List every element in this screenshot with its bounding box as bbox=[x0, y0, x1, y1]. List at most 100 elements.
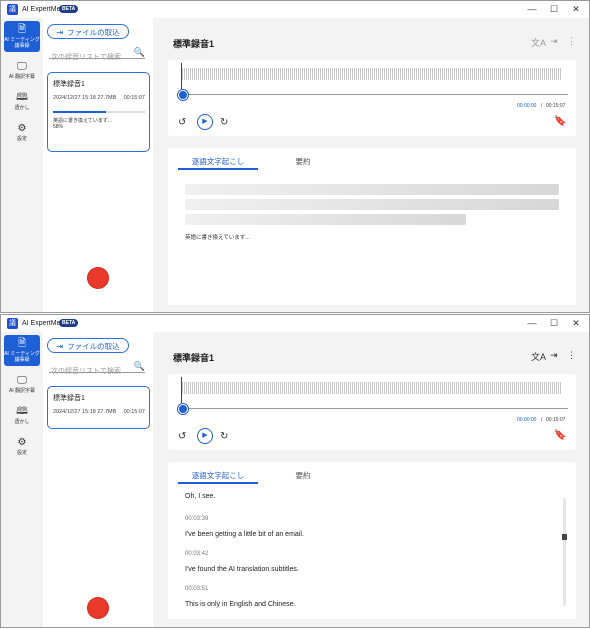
processing-status: 英語に書き換えています... bbox=[53, 118, 112, 124]
title-bar: 議 AI ExpertMeet BETA — ☐ ✕ bbox=[1, 1, 589, 18]
nav-rail: 🗎 AI ミーティング議事録 🖵 AI 翻訳字幕 🕮 透かし ⚙ 設定 bbox=[1, 332, 43, 627]
monitor-icon: 🖵 bbox=[17, 375, 27, 386]
search-icon[interactable]: 🔍 bbox=[134, 360, 145, 372]
transcript-entry: 00:03:42 I've found the AI translation s… bbox=[185, 548, 299, 573]
tab-summary[interactable]: 要約 bbox=[283, 155, 323, 168]
nav-item-label: 透かし bbox=[14, 105, 30, 111]
waveform-cursor bbox=[181, 63, 182, 89]
record-button[interactable] bbox=[88, 268, 108, 288]
main-panel: 標準録音1 文A ⇥ ⋮ 00:00:00 / 00:15:07 ↺ ▶ ↻ 🔖… bbox=[153, 18, 589, 312]
transcript-entry: 00:03:39 I've been getting a little bit … bbox=[185, 513, 304, 538]
rewind-icon[interactable]: ↺ bbox=[178, 117, 186, 129]
play-button[interactable]: ▶ bbox=[197, 114, 213, 130]
close-button[interactable]: ✕ bbox=[565, 2, 587, 17]
nav-item-translation-subtitles[interactable]: 🖵 AI 翻訳字幕 bbox=[4, 375, 40, 394]
recording-card[interactable]: 標準録音1 2024/12/27 15:18 27.7MB 00:15:07 英… bbox=[47, 72, 150, 152]
bookmark-icon[interactable]: 🔖 bbox=[554, 430, 566, 441]
share-icon[interactable]: ⇥ bbox=[550, 36, 558, 47]
nav-item-meeting-minutes[interactable]: 🗎 AI ミーティング議事録 bbox=[4, 21, 40, 52]
transcript-text: Oh, I see. bbox=[185, 493, 216, 500]
nav-item-meeting-minutes[interactable]: 🗎 AI ミーティング議事録 bbox=[4, 335, 40, 366]
more-icon[interactable]: ⋮ bbox=[567, 350, 576, 361]
nav-item-translation-subtitles[interactable]: 🖵 AI 翻訳字幕 bbox=[4, 61, 40, 80]
page-title: 標準録音1 bbox=[173, 353, 215, 363]
import-file-button[interactable]: ⇥ ファイルの取込 bbox=[47, 338, 129, 353]
maximize-button[interactable]: ☐ bbox=[543, 2, 565, 17]
scrollbar[interactable] bbox=[563, 498, 566, 606]
processing-percent: 58% bbox=[53, 124, 64, 130]
transcript-text: I've been getting a little bit of an ema… bbox=[185, 531, 304, 538]
transcript-panel: 逐語文字起こし 要約 英語に書き換えています... bbox=[168, 148, 576, 305]
transcript-text: This is only in English and Chinese. bbox=[185, 601, 296, 608]
search-box: 🔍 bbox=[49, 46, 145, 64]
document-icon: 🗎 bbox=[17, 338, 27, 349]
nav-item-label: 設定 bbox=[16, 450, 27, 456]
nav-item-label: 透かし bbox=[14, 419, 30, 425]
progress-fill bbox=[53, 111, 107, 113]
nav-item-script[interactable]: 🕮 透かし bbox=[4, 92, 40, 111]
recording-duration: 00:15:07 bbox=[123, 409, 145, 415]
waveform-cursor bbox=[181, 377, 182, 403]
page-title: 標準録音1 bbox=[173, 39, 215, 49]
play-button[interactable]: ▶ bbox=[197, 428, 213, 444]
translate-icon[interactable]: 文A bbox=[531, 350, 546, 363]
search-input[interactable] bbox=[49, 51, 135, 64]
scrollbar-thumb[interactable] bbox=[562, 534, 567, 540]
recording-list-pane: ⇥ファイルの取込 🔍 標準録音1 2024/12/27 15:18 27.7MB… bbox=[43, 18, 153, 312]
rewind-icon[interactable]: ↺ bbox=[178, 431, 186, 443]
search-icon[interactable]: 🔍 bbox=[134, 46, 145, 58]
waveform[interactable] bbox=[182, 68, 562, 80]
seek-thumb[interactable] bbox=[178, 90, 188, 100]
monitor-icon: 🖵 bbox=[17, 61, 27, 72]
search-box: 🔍 bbox=[49, 360, 145, 378]
minimize-button[interactable]: — bbox=[521, 316, 543, 331]
nav-item-label: 設定 bbox=[16, 136, 27, 142]
app-window-processing: 議 AI ExpertMeet BETA — ☐ ✕ 🗎 AI ミーティング議事… bbox=[0, 0, 590, 313]
recording-card[interactable]: 標準録音1 2024/12/27 15:18 27.7MB 00:15:07 bbox=[47, 386, 150, 429]
minimize-button[interactable]: — bbox=[521, 2, 543, 17]
import-icon: ⇥ bbox=[56, 342, 64, 351]
nav-item-label: AI 翻訳字幕 bbox=[8, 388, 36, 394]
document-icon: 🗎 bbox=[17, 24, 27, 35]
transcript-entry: Oh, I see. bbox=[185, 493, 215, 500]
gear-icon: ⚙ bbox=[17, 437, 27, 448]
transcript-entry: 00:03:51 This is only in English and Chi… bbox=[185, 583, 296, 608]
forward-icon[interactable]: ↻ bbox=[220, 117, 228, 129]
import-file-button[interactable]: ⇥ ファイルの取込 bbox=[47, 24, 129, 39]
close-button[interactable]: ✕ bbox=[565, 316, 587, 331]
current-time: 00:00:00 bbox=[517, 103, 537, 109]
record-button[interactable] bbox=[88, 598, 108, 618]
seek-thumb[interactable] bbox=[178, 404, 188, 414]
search-input[interactable] bbox=[49, 365, 135, 378]
time-separator: / bbox=[541, 417, 543, 423]
audio-player: 00:00:00 / 00:15:07 ↺ ▶ ↻ 🔖 bbox=[168, 60, 576, 136]
recording-duration: 00:15:07 bbox=[123, 95, 145, 101]
seek-track[interactable] bbox=[182, 408, 568, 409]
app-logo: 議 bbox=[7, 4, 18, 15]
tab-transcript[interactable]: 逐語文字起こし bbox=[178, 155, 258, 170]
nav-item-settings[interactable]: ⚙ 設定 bbox=[4, 123, 40, 142]
nav-rail: 🗎 AI ミーティング議事録 🖵 AI 翻訳字幕 🕮 透かし ⚙ 設定 bbox=[1, 18, 43, 312]
tab-summary[interactable]: 要約 bbox=[283, 469, 323, 482]
import-icon: ⇥ bbox=[56, 28, 64, 37]
nav-item-script[interactable]: 🕮 透かし bbox=[4, 406, 40, 425]
processing-message: 英語に書き換えています... bbox=[185, 235, 250, 241]
more-icon[interactable]: ⋮ bbox=[567, 36, 576, 47]
tab-transcript[interactable]: 逐語文字起こし bbox=[178, 469, 258, 484]
transcript-timestamp: 00:03:42 bbox=[185, 551, 209, 557]
bookmark-icon[interactable]: 🔖 bbox=[554, 116, 566, 127]
forward-icon[interactable]: ↻ bbox=[220, 431, 228, 443]
recording-title: 標準録音1 bbox=[53, 395, 85, 402]
transcript-text: I've found the AI translation subtitles. bbox=[185, 566, 299, 573]
recording-title: 標準録音1 bbox=[53, 81, 85, 88]
gear-icon: ⚙ bbox=[17, 123, 27, 134]
beta-badge: BETA bbox=[59, 5, 79, 13]
loading-skeleton bbox=[185, 199, 559, 210]
maximize-button[interactable]: ☐ bbox=[543, 316, 565, 331]
translate-icon[interactable]: 文A bbox=[531, 36, 546, 49]
waveform[interactable] bbox=[182, 382, 562, 394]
share-icon[interactable]: ⇥ bbox=[550, 350, 558, 361]
seek-track[interactable] bbox=[182, 94, 568, 95]
nav-item-settings[interactable]: ⚙ 設定 bbox=[4, 437, 40, 456]
main-panel: 標準録音1 文A ⇥ ⋮ 00:00:00 / 00:15:07 ↺ ▶ ↻ 🔖… bbox=[153, 332, 589, 627]
